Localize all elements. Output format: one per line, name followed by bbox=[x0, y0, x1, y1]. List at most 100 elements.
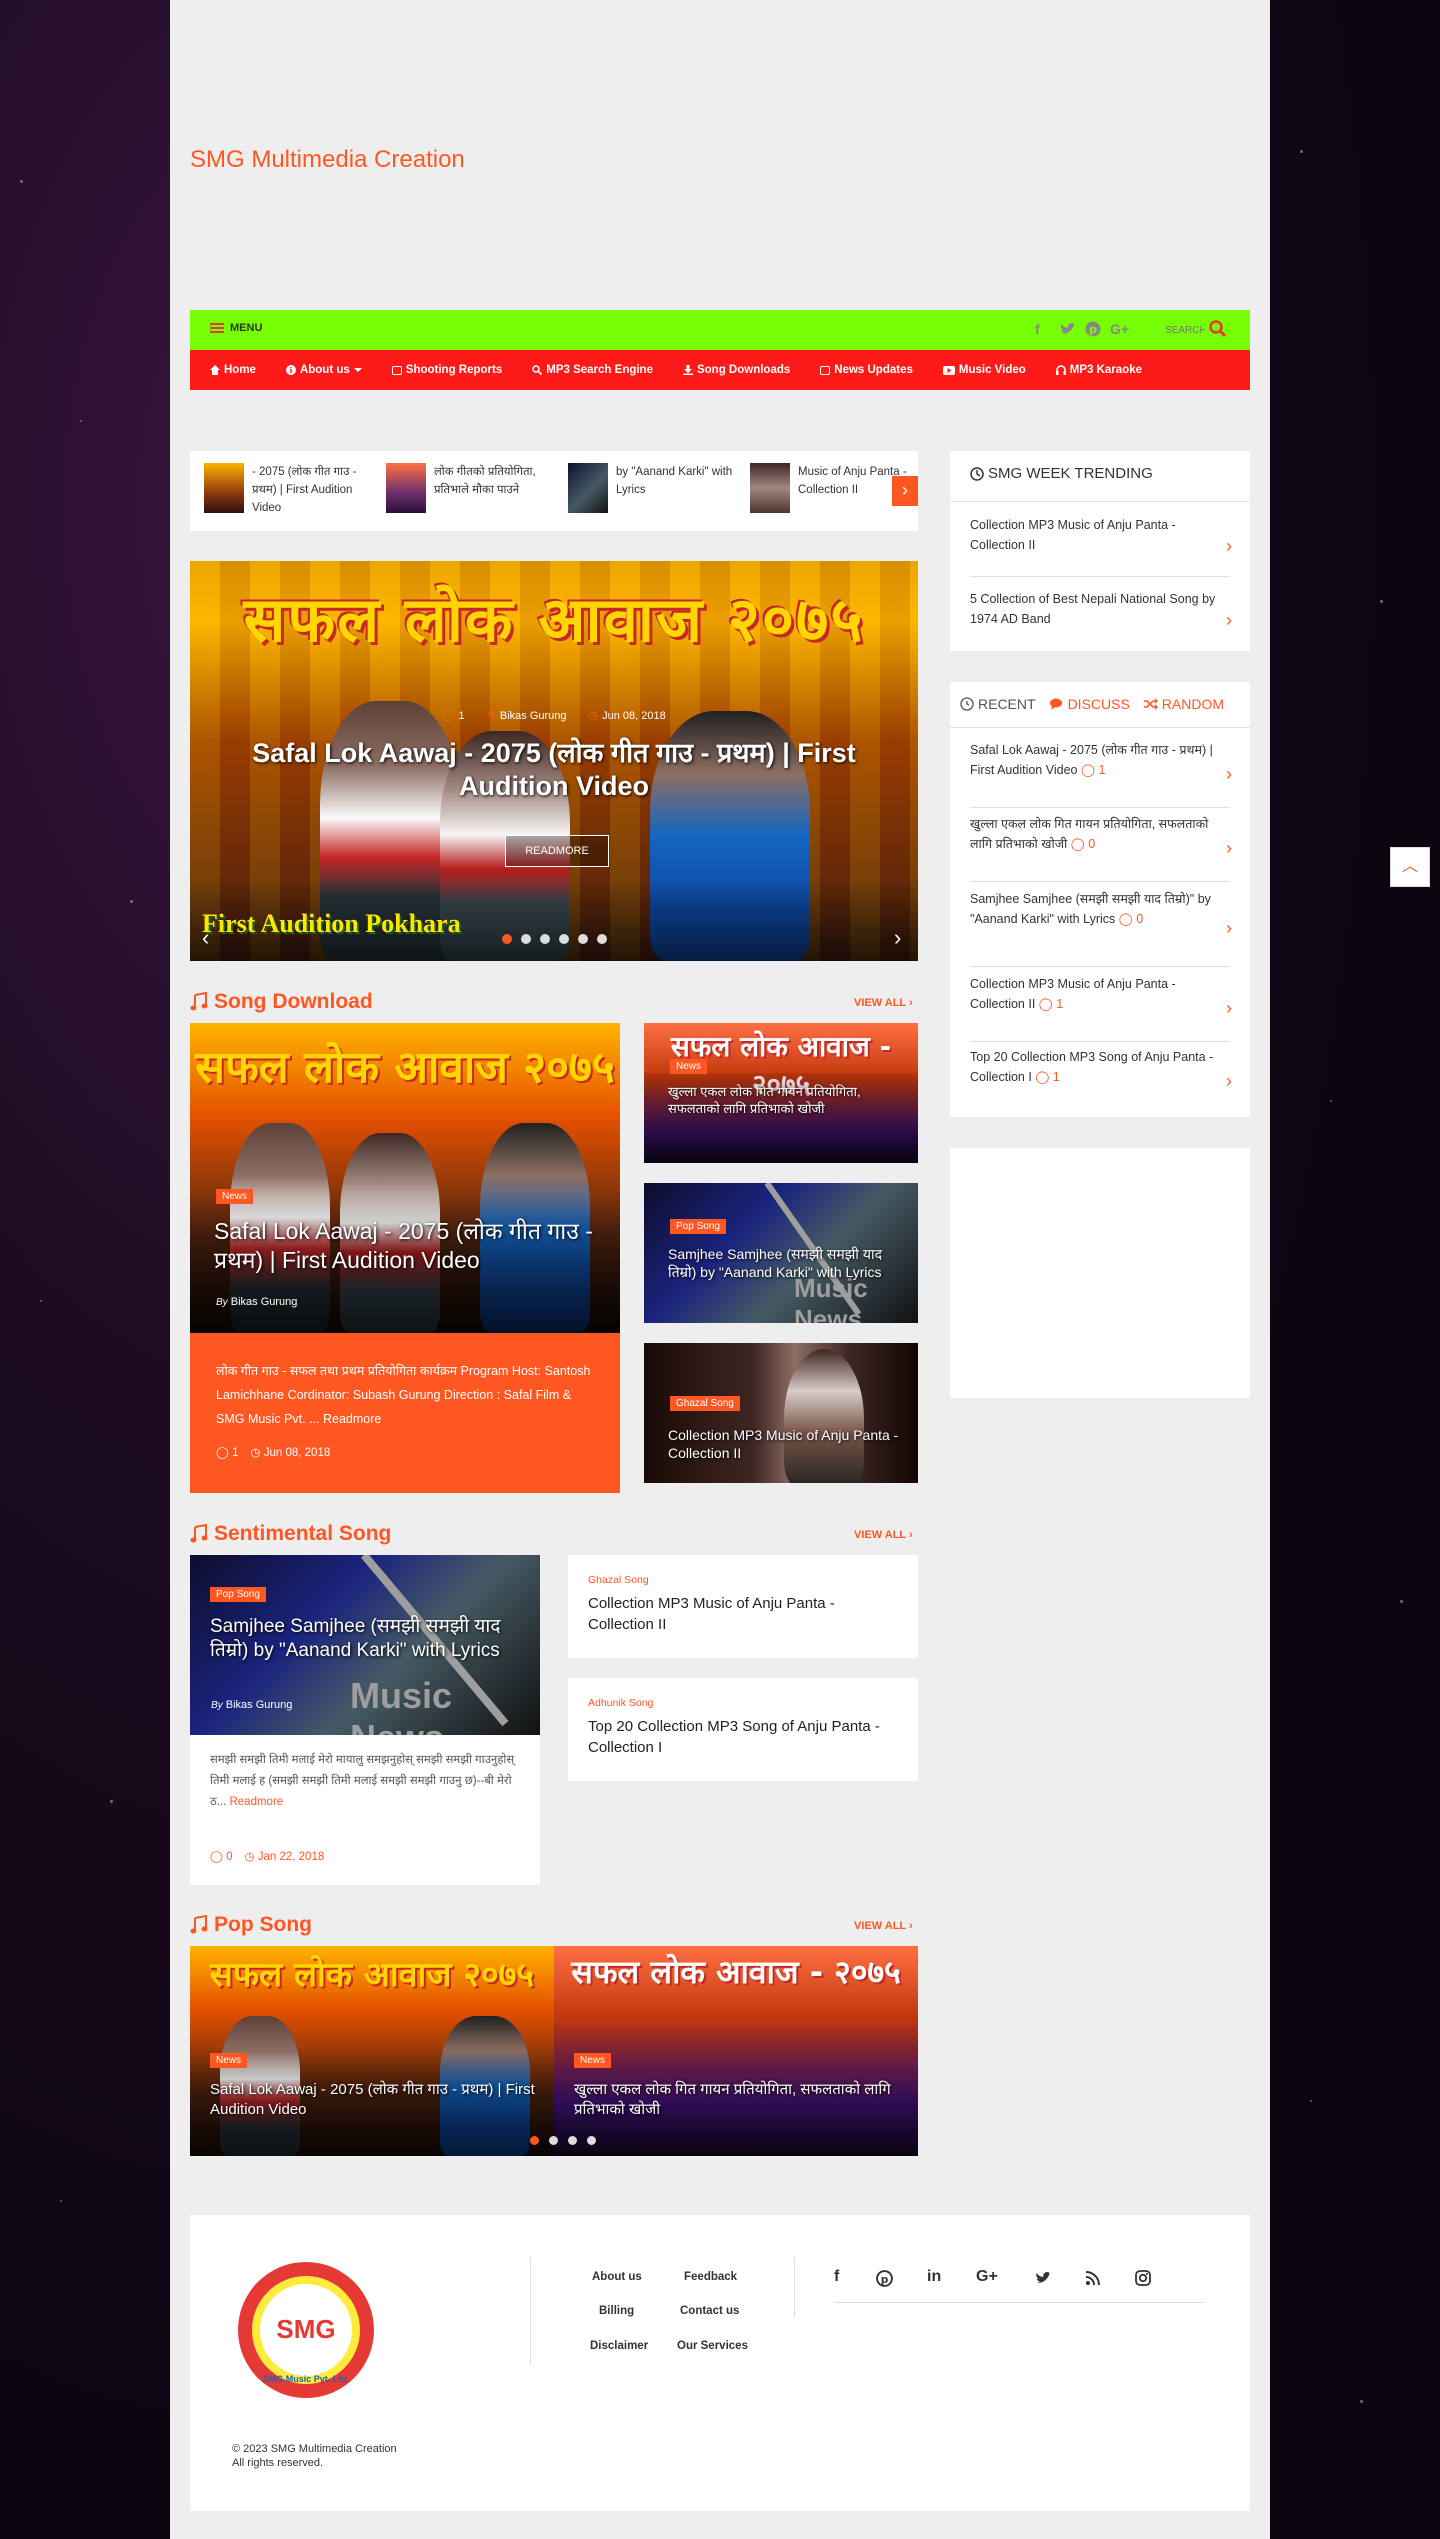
category-badge[interactable]: News bbox=[670, 1059, 708, 1074]
category-badge[interactable]: Ghazal Song bbox=[670, 1396, 740, 1411]
ticker-item[interactable]: लोक गीतको प्रतियोगिता, प्रतिभाले मौका पा… bbox=[386, 463, 556, 519]
slider-dot[interactable] bbox=[501, 934, 512, 944]
recent-item[interactable]: Top 20 Collection MP3 Song of Anju Panta… bbox=[970, 1047, 1232, 1115]
pop-slider[interactable]: सफल लोक आवाज २०७५ News Safal Lok Aawaj -… bbox=[190, 1946, 918, 2156]
twitter-icon[interactable] bbox=[1035, 2271, 1052, 2285]
trending-item[interactable]: 5 Collection of Best Nepali National Son… bbox=[970, 589, 1232, 651]
song-download-view-all-link[interactable]: VIEW ALL › bbox=[854, 997, 913, 1009]
instagram-icon[interactable] bbox=[1135, 2270, 1151, 2286]
slider-dot[interactable] bbox=[520, 934, 531, 944]
post-title[interactable]: खुल्ला एकल लोक गित गायन प्रतियोगिता, सफल… bbox=[668, 1083, 908, 1117]
nav-item-song-downloads[interactable]: Song Downloads bbox=[682, 364, 790, 376]
ticker-item[interactable]: by "Aanand Karki" with Lyrics bbox=[568, 463, 738, 519]
recent-item[interactable]: खुल्ला एकल लोक गित गायन प्रतियोगिता, सफल… bbox=[970, 814, 1232, 882]
tab-discuss[interactable]: DISCUSS bbox=[1049, 696, 1130, 712]
footer-link-about-us[interactable]: About us bbox=[592, 2271, 642, 2283]
chevron-right-icon: › bbox=[1226, 763, 1232, 784]
pop-slide[interactable]: सफल लोक आवाज २०७५ News Safal Lok Aawaj -… bbox=[190, 1946, 554, 2156]
footer-link-our-services[interactable]: Our Services bbox=[677, 2340, 748, 2352]
nav-item-about-us[interactable]: About us bbox=[285, 364, 362, 376]
post-title[interactable]: Samjhee Samjhee (समझी समझी याद तिम्रो) b… bbox=[668, 1245, 908, 1281]
linkedin-icon[interactable]: in bbox=[927, 2268, 941, 2286]
google-plus-icon[interactable]: G+ bbox=[1110, 321, 1129, 337]
hero-title[interactable]: Safal Lok Aawaj - 2075 (लोक गीत गाउ - प्… bbox=[250, 737, 858, 803]
footer-link-disclaimer[interactable]: Disclaimer bbox=[590, 2340, 648, 2352]
slider-dot[interactable] bbox=[596, 934, 607, 944]
facebook-icon[interactable]: f bbox=[834, 2268, 839, 2286]
tab-random[interactable]: RANDOM bbox=[1143, 696, 1224, 712]
footer-link-billing[interactable]: Billing bbox=[599, 2305, 634, 2317]
recent-item[interactable]: Collection MP3 Music of Anju Panta - Col… bbox=[970, 974, 1232, 1042]
nav-item-music-video[interactable]: Music Video bbox=[942, 364, 1026, 376]
google-plus-icon[interactable]: G+ bbox=[976, 2268, 998, 2286]
post-title[interactable]: Collection MP3 Music of Anju Panta - Col… bbox=[588, 1593, 898, 1635]
chevron-right-icon: › bbox=[1226, 610, 1232, 630]
footer-link-feedback[interactable]: Feedback bbox=[684, 2271, 737, 2283]
nav-item-mp3-karaoke[interactable]: MP3 Karaoke bbox=[1055, 364, 1142, 376]
search-input[interactable] bbox=[1165, 320, 1205, 340]
slider-dot[interactable] bbox=[549, 2136, 558, 2145]
featured-post-card[interactable]: Music News Pop Song Samjhee Samjhee (समझ… bbox=[190, 1555, 540, 1885]
post-title[interactable]: Collection MP3 Music of Anju Panta - Col… bbox=[668, 1426, 908, 1462]
slider-dot[interactable] bbox=[568, 2136, 577, 2145]
slider-dot[interactable] bbox=[558, 934, 569, 944]
pop-slide[interactable]: सफल लोक आवाज - २०७५ News खुल्ला एकल लोक … bbox=[554, 1946, 918, 2156]
slider-dot[interactable] bbox=[539, 934, 550, 944]
hero-image-text: सफल लोक आवाज २०७५ bbox=[243, 583, 865, 656]
category-badge[interactable]: News bbox=[216, 1189, 254, 1204]
trending-item[interactable]: Collection MP3 Music of Anju Panta - Col… bbox=[970, 515, 1232, 577]
facebook-icon[interactable]: f bbox=[1035, 321, 1040, 337]
hero-slider[interactable]: सफल लोक आवाज २०७५ First Audition Pokhara… bbox=[190, 561, 918, 961]
site-title[interactable]: SMG Multimedia Creation bbox=[190, 146, 465, 174]
post-card[interactable]: Ghazal Song Collection MP3 Music of Anju… bbox=[644, 1343, 918, 1483]
list-post-card[interactable]: Adhunik Song Top 20 Collection MP3 Song … bbox=[568, 1678, 918, 1781]
list-post-card[interactable]: Ghazal Song Collection MP3 Music of Anju… bbox=[568, 1555, 918, 1658]
readmore-link[interactable]: Readmore bbox=[229, 1796, 283, 1808]
youtube-icon bbox=[942, 365, 955, 375]
post-category[interactable]: Adhunik Song bbox=[588, 1697, 653, 1709]
ticker-next-button[interactable]: › bbox=[892, 476, 918, 506]
smg-logo[interactable]: SMG SMG Music Pvt. Ltd. bbox=[236, 2260, 376, 2400]
featured-post-card[interactable]: सफल लोक आवाज २०७५ News Safal Lok Aawaj -… bbox=[190, 1023, 620, 1333]
pinterest-icon[interactable]: p bbox=[1085, 321, 1101, 337]
headphones-icon bbox=[1055, 365, 1066, 375]
rss-icon[interactable] bbox=[1086, 2270, 1101, 2285]
menu-button[interactable]: MENU bbox=[210, 322, 262, 334]
post-title[interactable]: Top 20 Collection MP3 Song of Anju Panta… bbox=[588, 1716, 898, 1758]
nav-item-mp3-search-engine[interactable]: MP3 Search Engine bbox=[532, 364, 653, 376]
featured-post-author: By Bikas Gurung bbox=[211, 1699, 293, 1711]
footer-link-contact-us[interactable]: Contact us bbox=[680, 2305, 739, 2317]
ticker-item[interactable]: - 2075 (लोक गीत गाउ - प्रथम) | First Aud… bbox=[204, 463, 374, 519]
hero-comment-count: ◯ 1 bbox=[442, 710, 465, 722]
slider-dot[interactable] bbox=[577, 934, 588, 944]
search-icon[interactable] bbox=[1208, 319, 1228, 339]
nav-item-shooting-reports[interactable]: Shooting Reports bbox=[391, 364, 502, 376]
category-badge[interactable]: Pop Song bbox=[210, 1587, 266, 1602]
hero-author[interactable]: ✎ Bikas Gurung bbox=[487, 709, 567, 722]
pop-view-all-link[interactable]: VIEW ALL › bbox=[854, 1920, 913, 1932]
readmore-link[interactable]: Readmore bbox=[323, 1412, 381, 1426]
post-card[interactable]: Music News Pop Song Samjhee Samjhee (समझ… bbox=[644, 1183, 918, 1323]
category-badge[interactable]: News bbox=[574, 2053, 612, 2068]
pinterest-icon[interactable]: p bbox=[876, 2270, 893, 2287]
twitter-icon[interactable] bbox=[1060, 322, 1076, 336]
category-badge[interactable]: Pop Song bbox=[670, 1219, 726, 1234]
post-card[interactable]: सफल लोक आवाज - २०७५ News खुल्ला एकल लोक … bbox=[644, 1023, 918, 1163]
tab-recent[interactable]: RECENT bbox=[960, 696, 1036, 712]
category-badge[interactable]: News bbox=[210, 2053, 248, 2068]
nav-item-home[interactable]: Home bbox=[210, 364, 256, 376]
slider-dot[interactable] bbox=[530, 2136, 539, 2145]
sentimental-view-all-link[interactable]: VIEW ALL › bbox=[854, 1529, 913, 1541]
back-to-top-button[interactable]: ︿ bbox=[1390, 847, 1430, 887]
slider-dot[interactable] bbox=[587, 2136, 596, 2145]
post-category[interactable]: Ghazal Song bbox=[588, 1574, 649, 1586]
featured-post-title[interactable]: Samjhee Samjhee (समझी समझी याद तिम्रो) b… bbox=[210, 1615, 520, 1663]
recent-item[interactable]: Safal Lok Aawaj - 2075 (लोक गीत गाउ - प्… bbox=[970, 740, 1232, 808]
recent-item[interactable]: Samjhee Samjhee (समझी समझी याद तिम्रो)" … bbox=[970, 889, 1232, 967]
nav-label: News Updates bbox=[834, 364, 913, 376]
hero-readmore-button[interactable]: READMORE bbox=[505, 835, 609, 867]
featured-post-title[interactable]: Safal Lok Aawaj - 2075 (लोक गीत गाउ - प्… bbox=[214, 1217, 604, 1275]
slide-title[interactable]: Safal Lok Aawaj - 2075 (लोक गीत गाउ - प्… bbox=[210, 2080, 540, 2120]
slide-title[interactable]: खुल्ला एकल लोक गित गायन प्रतियोगिता, सफल… bbox=[574, 2080, 904, 2120]
nav-item-news-updates[interactable]: News Updates bbox=[820, 364, 913, 376]
